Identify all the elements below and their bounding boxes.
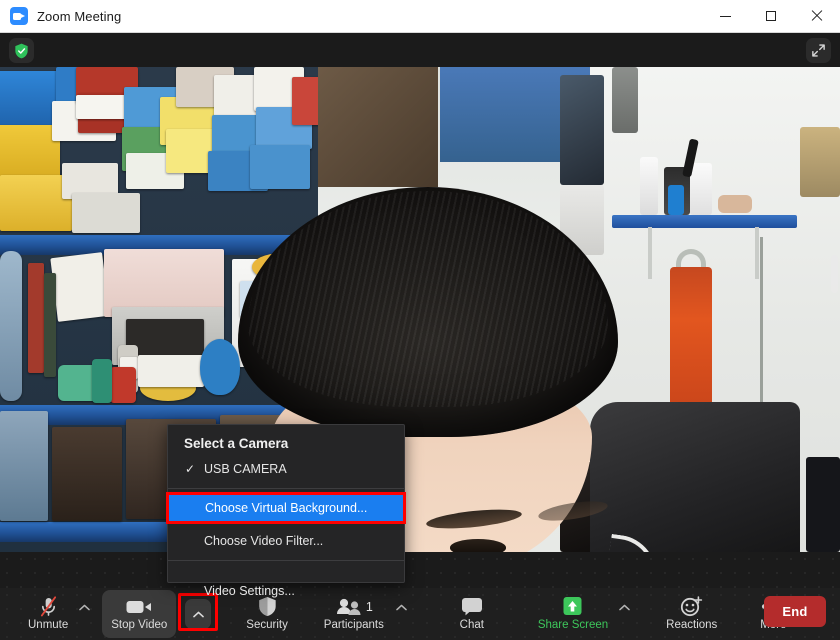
- chat-label: Chat: [459, 619, 484, 631]
- share-screen-label: Share Screen: [537, 619, 609, 631]
- menu-item-choose-video-filter[interactable]: Choose Video Filter...: [168, 529, 404, 553]
- shelf-box: [72, 193, 140, 233]
- chevron-up-icon: [79, 604, 90, 611]
- reactions-label: Reactions: [666, 619, 718, 631]
- share-screen-control-group: Share Screen: [530, 590, 632, 638]
- background-dark-panel: [806, 457, 840, 552]
- chat-button[interactable]: Chat: [444, 590, 500, 638]
- shelf-sauce: [110, 367, 136, 403]
- background-cabinet: [318, 67, 438, 187]
- person-hair: [238, 187, 618, 437]
- minimize-button[interactable]: [702, 0, 748, 33]
- menu-divider: [168, 560, 404, 561]
- maximize-icon: [766, 11, 776, 21]
- video-camera-icon: [126, 596, 152, 617]
- security-label: Security: [246, 619, 288, 631]
- shelf-item: [52, 427, 122, 521]
- reactions-smiley-icon: [680, 596, 703, 617]
- shelf-box: [0, 71, 58, 127]
- stage-filler: [0, 552, 840, 588]
- person-eye: [450, 539, 506, 552]
- zoom-camera-icon: [10, 7, 28, 25]
- shelf-item: [44, 273, 56, 377]
- background-orange-towel: [670, 267, 712, 417]
- shelf-item: [0, 411, 48, 521]
- menu-item-label: Choose Virtual Background...: [205, 501, 368, 515]
- minimize-icon: [719, 15, 731, 17]
- background-poster: [560, 75, 604, 185]
- unmute-label: Unmute: [28, 619, 69, 631]
- shelf-box: [250, 145, 310, 189]
- background-bottle: [640, 157, 658, 215]
- muted-microphone-icon: [39, 596, 58, 617]
- fullscreen-button[interactable]: [806, 38, 831, 63]
- shelf-item: [92, 359, 112, 403]
- enter-full-screen-icon: [812, 44, 825, 57]
- shelf-brace: [755, 227, 759, 279]
- reactions-button[interactable]: Reactions: [658, 590, 725, 638]
- participant-video-feed: [0, 67, 840, 552]
- menu-item-label: USB CAMERA: [204, 462, 287, 476]
- meeting-toolbar: Unmute Stop Video Security 1 Participant…: [0, 588, 840, 640]
- shelf-brace: [648, 227, 652, 279]
- shelf-box: [138, 355, 204, 387]
- shelf-box: [0, 125, 60, 177]
- menu-item-video-settings[interactable]: Video Settings...: [168, 579, 404, 603]
- window-title: Zoom Meeting: [37, 8, 122, 24]
- check-icon: ✓: [185, 462, 196, 476]
- video-stage[interactable]: David Wijaya: [0, 67, 840, 552]
- meeting-header: [0, 33, 840, 67]
- share-screen-icon: [560, 596, 585, 617]
- video-options-menu[interactable]: Select a Camera ✓ USB CAMERA Choose Virt…: [167, 424, 405, 598]
- background-chair: [590, 402, 800, 552]
- menu-spacer: [168, 567, 404, 579]
- menu-item-usb-camera[interactable]: ✓ USB CAMERA: [168, 457, 404, 481]
- share-screen-button[interactable]: Share Screen: [530, 590, 616, 638]
- background-item: [718, 195, 752, 213]
- chevron-up-icon: [618, 604, 630, 611]
- unmute-button[interactable]: Unmute: [20, 590, 76, 638]
- end-meeting-button[interactable]: End: [764, 596, 826, 627]
- video-page-indicator[interactable]: [831, 255, 838, 293]
- window-controls: [702, 0, 840, 33]
- background-object: [800, 127, 840, 197]
- background-blue-shelf: [612, 215, 797, 228]
- title-bar: Zoom Meeting: [0, 0, 840, 33]
- maximize-button[interactable]: [748, 0, 794, 33]
- stop-video-button[interactable]: Stop Video: [102, 590, 177, 638]
- shelf-paper: [50, 252, 110, 322]
- shield-check-icon: [15, 43, 28, 58]
- menu-header-select-camera: Select a Camera: [184, 436, 289, 451]
- participants-label: Participants: [323, 619, 384, 631]
- menu-divider: [168, 488, 404, 489]
- chat-bubble-icon: [461, 596, 483, 617]
- audio-control-group: Unmute: [20, 590, 92, 638]
- stop-video-label: Stop Video: [111, 619, 168, 631]
- encryption-badge[interactable]: [9, 38, 34, 63]
- audio-options-caret[interactable]: [76, 592, 92, 636]
- close-icon: [811, 10, 823, 22]
- shelf-box: [292, 77, 318, 125]
- menu-item-choose-virtual-background[interactable]: Choose Virtual Background...: [169, 495, 403, 521]
- menu-item-label: Choose Video Filter...: [204, 534, 324, 548]
- share-screen-options-caret[interactable]: [616, 592, 632, 636]
- shelf-item: [28, 263, 44, 373]
- background-blue-bottle: [668, 185, 684, 215]
- background-pan: [612, 67, 638, 133]
- close-button[interactable]: [794, 0, 840, 33]
- menu-item-label: Video Settings...: [204, 584, 295, 598]
- shelf-ball: [200, 339, 240, 395]
- zoom-meeting-window: Zoom Meeting Select a Camera ✓ USB CAMER…: [0, 0, 840, 640]
- background-box: [690, 163, 712, 215]
- shelf-handle: [0, 251, 22, 401]
- chevron-up-icon: [396, 604, 408, 611]
